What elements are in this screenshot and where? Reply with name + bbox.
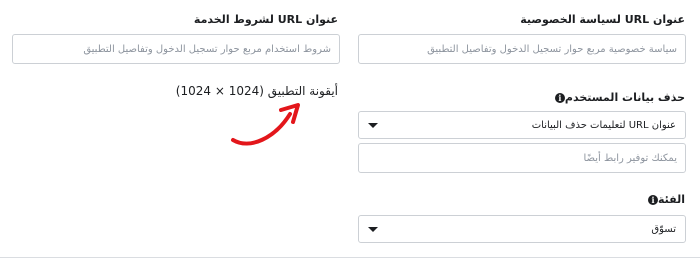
user-data-deletion-label-row: حذف بيانات المستخدم i: [551, 91, 685, 104]
terms-of-service-label: عنوان URL لشروط الخدمة: [193, 13, 338, 26]
chevron-down-icon: [368, 122, 378, 128]
user-data-deletion-label: حذف بيانات المستخدم: [564, 91, 685, 104]
privacy-policy-label: عنوان URL لسياسة الخصوصية: [520, 13, 685, 26]
terms-of-service-url-input[interactable]: شروط استخدام مربع حوار تسجيل الدخول وتفا…: [12, 34, 340, 64]
chevron-down-icon: [368, 226, 378, 232]
section-divider: [0, 257, 700, 258]
user-data-deletion-select[interactable]: عنوان URL لتعليمات حذف البيانات: [358, 111, 686, 139]
category-label: الفئة: [658, 193, 685, 206]
privacy-policy-placeholder: سياسة خصوصية مربع حوار تسجيل الدخول وتفا…: [427, 43, 677, 55]
annotation-arrow-curve: [231, 112, 292, 146]
category-select[interactable]: تسوّق: [358, 215, 686, 243]
privacy-policy-url-input[interactable]: سياسة خصوصية مربع حوار تسجيل الدخول وتفا…: [358, 34, 686, 64]
category-select-value: تسوّق: [651, 223, 676, 235]
user-data-deletion-input-placeholder: يمكنك توفير رابط أيضًا: [583, 152, 678, 164]
info-icon[interactable]: i: [554, 92, 565, 103]
user-data-deletion-url-input[interactable]: يمكنك توفير رابط أيضًا: [358, 143, 686, 173]
user-data-deletion-select-value: عنوان URL لتعليمات حذف البيانات: [531, 119, 676, 131]
app-icon-label: أيقونة التطبيق (1024 × 1024): [175, 84, 338, 98]
category-label-row: الفئة i: [644, 193, 685, 206]
annotation-arrow: [231, 103, 300, 146]
info-icon[interactable]: i: [648, 194, 659, 205]
terms-of-service-placeholder: شروط استخدام مربع حوار تسجيل الدخول وتفا…: [83, 43, 331, 55]
